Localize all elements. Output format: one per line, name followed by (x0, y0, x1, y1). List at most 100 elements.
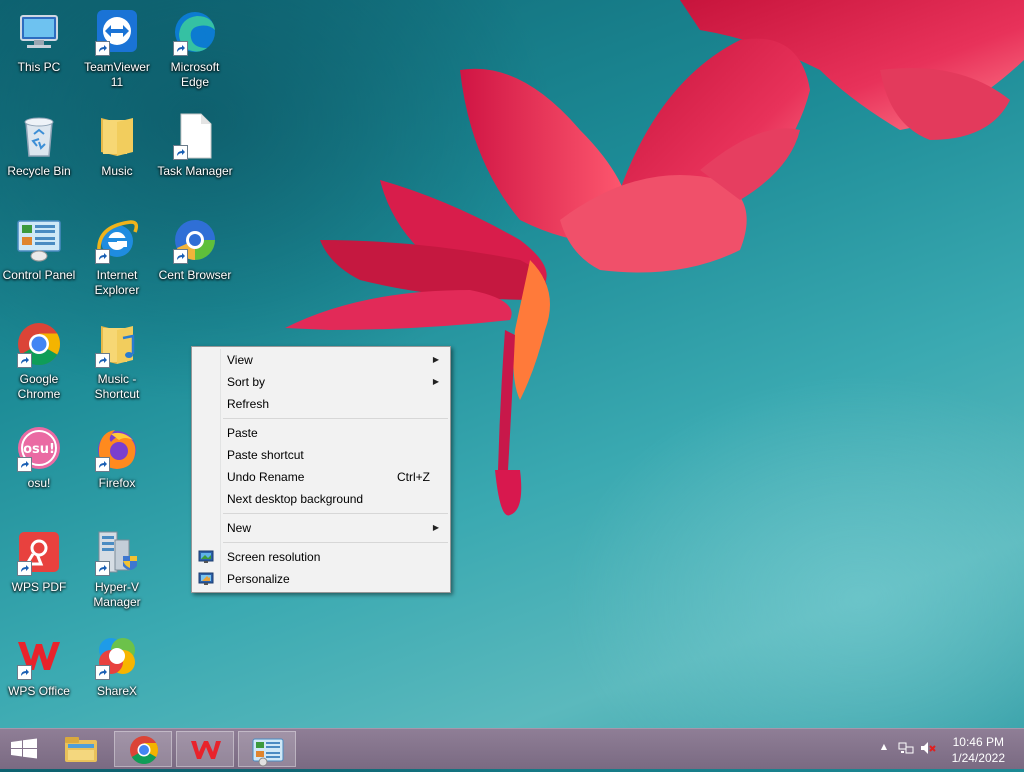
teamviewer-icon (93, 8, 141, 56)
shortcut-arrow-icon (17, 353, 32, 368)
desktop-icon[interactable]: This PC (1, 8, 77, 75)
shortcut-arrow-icon (173, 145, 188, 160)
taskbar-control-panel[interactable] (238, 731, 296, 767)
start-button[interactable] (0, 731, 48, 767)
monitor-icon (198, 549, 214, 565)
menu-item-label: Sort by (227, 375, 266, 389)
submenu-arrow-icon: ▶ (432, 523, 439, 532)
desktop-icon-label: Control Panel (2, 268, 76, 282)
desktop-icon-label: osu! (27, 476, 51, 490)
taskbar-chrome[interactable] (114, 731, 172, 767)
desktop-icon-label: TeamViewer 11 (84, 60, 150, 89)
menu-item-paste-shortcut[interactable]: Paste shortcut (194, 444, 448, 466)
folder-icon (93, 112, 141, 160)
menu-item-new[interactable]: New ▶ (194, 517, 448, 539)
menu-item-view[interactable]: View ▶ (194, 349, 448, 371)
system-clock[interactable]: 10:46 PM 1/24/2022 (952, 734, 1005, 766)
internet-explorer-icon (93, 216, 141, 264)
shortcut-arrow-icon (95, 41, 110, 56)
desktop-icon[interactable]: Recycle Bin (1, 112, 77, 179)
desktop-icon-label: Music (101, 164, 133, 178)
desktop-icon-label: Google Chrome (17, 372, 61, 401)
shortcut-arrow-icon (95, 353, 110, 368)
taskbar-wps-office[interactable] (176, 731, 234, 767)
hyperv-icon (93, 528, 141, 576)
desktop-icon-label: This PC (17, 60, 61, 74)
taskbar-file-explorer[interactable] (52, 731, 110, 767)
shortcut-arrow-icon (95, 561, 110, 576)
shortcut-arrow-icon (95, 457, 110, 472)
control-panel-icon (15, 216, 63, 264)
menu-item-label: View (227, 353, 253, 367)
menu-item-label: New (227, 521, 252, 535)
windows-logo-icon (11, 738, 37, 759)
desktop-icon-label: ShareX (96, 684, 138, 698)
desktop-icon[interactable]: Task Manager (157, 112, 233, 179)
menu-item-label: Paste (227, 426, 258, 440)
desktop-icon[interactable]: Music - Shortcut (79, 320, 155, 402)
desktop-icon-label: Firefox (98, 476, 136, 490)
volume-muted-icon[interactable] (920, 740, 938, 759)
sharex-icon (93, 632, 141, 680)
menu-item-label: Personalize (227, 572, 290, 586)
desktop-icon[interactable]: WPS PDF (1, 528, 77, 595)
desktop-icon-label: Task Manager (157, 164, 233, 178)
menu-item-undo-rename[interactable]: Undo Rename Ctrl+Z (194, 466, 448, 488)
shortcut-arrow-icon (17, 665, 32, 680)
desktop-icon-label: WPS Office (8, 684, 70, 698)
network-icon[interactable] (898, 740, 914, 759)
wps-pdf-icon (15, 528, 63, 576)
desktop-icon-label: WPS PDF (11, 580, 67, 594)
menu-separator (223, 542, 448, 543)
desktop-icon[interactable]: Music (79, 112, 155, 179)
desktop-icon-label: Microsoft Edge (170, 60, 220, 89)
shortcut-arrow-icon (173, 249, 188, 264)
wps-office-icon (191, 741, 221, 759)
show-hidden-icons-button[interactable]: ▲ (881, 742, 887, 751)
desktop-icon-label: Hyper-V Manager (93, 580, 141, 609)
menu-item-next-desktop-background[interactable]: Next desktop background (194, 488, 448, 510)
cent-browser-icon (171, 216, 219, 264)
menu-item-label: Refresh (227, 397, 270, 411)
desktop-icon[interactable]: osu! osu! (1, 424, 77, 491)
menu-separator (223, 513, 448, 514)
osu-icon: osu! (15, 424, 63, 472)
menu-item-refresh[interactable]: Refresh (194, 393, 448, 415)
menu-item-paste[interactable]: Paste (194, 422, 448, 444)
desktop-icon-label: Recycle Bin (7, 164, 71, 178)
desktop-icon[interactable]: Microsoft Edge (157, 8, 233, 90)
control-panel-icon (252, 738, 284, 767)
clock-date: 1/24/2022 (951, 751, 1005, 765)
personalize-icon (198, 571, 214, 587)
chrome-icon (15, 320, 63, 368)
computer-icon (15, 8, 63, 56)
chrome-icon (130, 736, 158, 764)
shortcut-arrow-icon (173, 41, 188, 56)
menu-item-label: Screen resolution (227, 550, 321, 564)
desktop-icon[interactable]: Control Panel (1, 216, 77, 283)
desktop-icon-label: Music - Shortcut (94, 372, 140, 401)
music-folder-icon (93, 320, 141, 368)
desktop-icon[interactable]: ShareX (79, 632, 155, 699)
desktop-icon[interactable]: Cent Browser (157, 216, 233, 283)
desktop-icon-label: Internet Explorer (94, 268, 140, 297)
desktop-icon[interactable]: Firefox (79, 424, 155, 491)
desktop-icon[interactable]: Google Chrome (1, 320, 77, 402)
menu-item-personalize[interactable]: Personalize (194, 568, 448, 590)
desktop-context-menu: View ▶ Sort by ▶ Refresh Paste Paste sho… (191, 346, 451, 593)
desktop-icon[interactable]: TeamViewer 11 (79, 8, 155, 90)
desktop-icon[interactable]: WPS Office (1, 632, 77, 699)
menu-item-screen-resolution[interactable]: Screen resolution (194, 546, 448, 568)
file-icon (171, 112, 219, 160)
desktop-icon[interactable]: Internet Explorer (79, 216, 155, 298)
menu-item-sort-by[interactable]: Sort by ▶ (194, 371, 448, 393)
desktop-icon[interactable]: Hyper-V Manager (79, 528, 155, 610)
submenu-arrow-icon: ▶ (432, 355, 439, 364)
taskbar: ▲ 10:46 PM 1/24/2022 (0, 728, 1024, 769)
file-explorer-icon (65, 737, 97, 762)
shortcut-arrow-icon (17, 561, 32, 576)
menu-item-label: Undo Rename (227, 470, 305, 484)
shortcut-arrow-icon (17, 457, 32, 472)
menu-item-label: Paste shortcut (227, 448, 304, 462)
shortcut-arrow-icon (95, 665, 110, 680)
